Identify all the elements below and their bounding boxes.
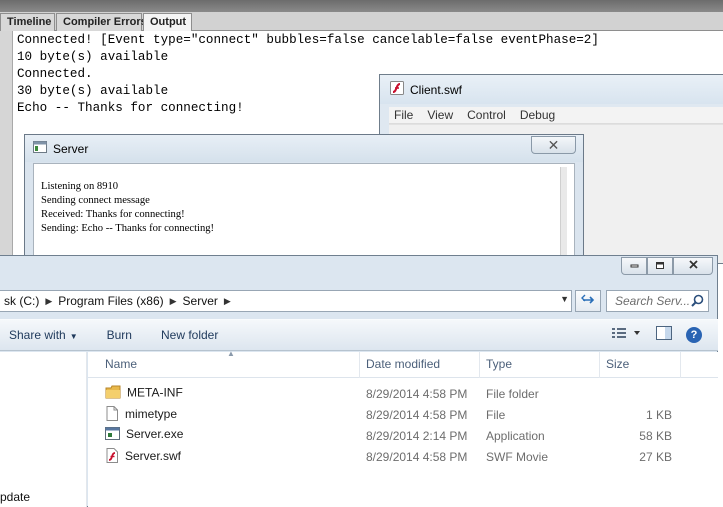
- new-folder-button[interactable]: New folder: [152, 328, 218, 342]
- close-icon: ✕: [547, 136, 560, 153]
- column-divider[interactable]: [680, 352, 681, 378]
- restore-button[interactable]: [647, 257, 673, 275]
- client-titlebar[interactable]: Client.swf: [380, 75, 723, 104]
- restore-icon: [655, 260, 665, 273]
- server-titlebar[interactable]: Server: [25, 135, 583, 162]
- file-date: 8/29/2014 4:58 PM: [366, 450, 468, 464]
- column-divider[interactable]: [359, 352, 360, 378]
- file-list: ▲ Name Date modified Type Size META-INF …: [88, 349, 718, 507]
- column-type[interactable]: Type: [486, 357, 512, 383]
- share-with-button[interactable]: Share with ▼: [0, 328, 78, 342]
- column-size[interactable]: Size: [606, 357, 629, 383]
- file-type: File folder: [486, 387, 539, 401]
- log-line: Received: Thanks for connecting!: [41, 209, 185, 220]
- client-window-title: Client.swf: [410, 82, 463, 97]
- search-input[interactable]: Search Serv...: [606, 290, 709, 312]
- file-row[interactable]: Server.swf 8/29/2014 4:58 PM SWF Movie 2…: [88, 446, 718, 467]
- close-icon: [688, 260, 698, 272]
- tab-compiler-errors[interactable]: Compiler Errors: [56, 13, 147, 31]
- application-icon: [105, 427, 120, 443]
- menu-view[interactable]: View: [427, 107, 453, 123]
- column-date-modified[interactable]: Date modified: [366, 357, 440, 383]
- output-line: Connected! [Event type="connect" bubbles…: [17, 33, 599, 47]
- file-type: Application: [486, 429, 545, 443]
- window-controls: [621, 257, 713, 275]
- menu-control[interactable]: Control: [467, 107, 506, 123]
- ide-panel-gutter: [0, 31, 13, 261]
- search-placeholder: Search Serv...: [615, 294, 691, 308]
- folder-icon: [105, 385, 121, 402]
- tab-timeline[interactable]: Timeline: [0, 13, 55, 31]
- file-size: 58 KB: [639, 429, 672, 443]
- file-name-cell: META-INF: [105, 385, 183, 402]
- file-size: 1 KB: [645, 408, 672, 422]
- file-name: mimetype: [125, 407, 178, 422]
- column-divider[interactable]: [599, 352, 600, 378]
- file-name: Server.swf: [125, 449, 182, 464]
- address-bar[interactable]: sk (C:) ▶ Program Files (x86) ▶ Server ▶…: [0, 290, 572, 312]
- window-app-icon: [33, 141, 47, 156]
- file-name-cell: Server.swf: [105, 448, 181, 466]
- breadcrumb-chevron-icon[interactable]: ▶: [222, 296, 233, 307]
- file-icon: [105, 406, 119, 424]
- sort-ascending-icon: ▲: [227, 349, 235, 358]
- breadcrumb-program-files[interactable]: Program Files (x86): [54, 294, 167, 308]
- share-with-label: Share with: [9, 328, 66, 342]
- command-bar: Share with ▼ Burn New folder ?: [0, 319, 718, 351]
- explorer-window: sk (C:) ▶ Program Files (x86) ▶ Server ▶…: [0, 255, 718, 507]
- command-bar-right: ?: [612, 326, 702, 343]
- server-window: Server ✕ Listening on 8910 Sending conne…: [24, 134, 584, 274]
- file-row[interactable]: mimetype 8/29/2014 4:58 PM File 1 KB: [88, 404, 718, 425]
- ide-toolbar-strip: [0, 0, 723, 12]
- burn-button[interactable]: Burn: [98, 328, 132, 342]
- minimize-icon: [630, 260, 639, 272]
- navigation-pane: pdate: [0, 352, 87, 507]
- chevron-down-icon: ▼: [69, 332, 78, 341]
- file-name: META-INF: [127, 385, 183, 400]
- menu-debug[interactable]: Debug: [520, 107, 555, 123]
- file-type: File: [486, 408, 506, 422]
- server-window-title: Server: [53, 141, 89, 156]
- search-icon[interactable]: [691, 294, 704, 310]
- address-dropdown-icon[interactable]: ▼: [560, 294, 569, 304]
- close-button[interactable]: [673, 257, 713, 275]
- menu-file[interactable]: File: [394, 107, 413, 123]
- column-headers: ▲ Name Date modified Type Size: [88, 349, 718, 378]
- file-date: 8/29/2014 4:58 PM: [366, 387, 468, 401]
- breadcrumb-chevron-icon[interactable]: ▶: [168, 296, 179, 307]
- view-options-button[interactable]: [612, 327, 642, 342]
- log-line: Listening on 8910: [41, 181, 119, 192]
- file-name-cell: mimetype: [105, 406, 177, 424]
- ide-panel-tabs: Timeline Compiler Errors Output: [0, 12, 723, 32]
- flash-file-icon: [105, 448, 119, 466]
- column-name[interactable]: Name: [105, 357, 137, 383]
- breadcrumb-chevron-icon[interactable]: ▶: [43, 296, 54, 307]
- tab-output[interactable]: Output: [143, 13, 192, 32]
- file-type: SWF Movie: [486, 450, 549, 464]
- help-icon[interactable]: ?: [686, 326, 702, 343]
- log-line: Sending: Echo -- Thanks for connecting!: [41, 223, 215, 234]
- refresh-button[interactable]: [575, 290, 601, 312]
- file-row[interactable]: META-INF 8/29/2014 4:58 PM File folder: [88, 383, 718, 404]
- flash-player-icon: [390, 81, 404, 98]
- breadcrumb-server[interactable]: Server: [179, 294, 222, 308]
- server-close-button[interactable]: ✕: [531, 136, 576, 154]
- file-row[interactable]: Server.exe 8/29/2014 2:14 PM Application…: [88, 425, 718, 446]
- minimize-button[interactable]: [621, 257, 647, 275]
- file-date: 8/29/2014 4:58 PM: [366, 408, 468, 422]
- client-menubar: File View Control Debug: [389, 107, 723, 124]
- refresh-icon: [581, 294, 595, 309]
- server-log: Listening on 8910 Sending connect messag…: [41, 180, 214, 236]
- file-name-cell: Server.exe: [105, 427, 183, 443]
- column-divider[interactable]: [479, 352, 480, 378]
- file-date: 8/29/2014 2:14 PM: [366, 429, 468, 443]
- log-line: Sending connect message: [41, 195, 150, 206]
- file-size: 27 KB: [639, 450, 672, 464]
- nav-item[interactable]: pdate: [0, 490, 30, 504]
- output-line: 10 byte(s) available: [17, 50, 169, 64]
- file-name: Server.exe: [126, 427, 184, 442]
- preview-pane-icon[interactable]: [656, 326, 672, 343]
- breadcrumb-drive[interactable]: sk (C:): [0, 294, 43, 308]
